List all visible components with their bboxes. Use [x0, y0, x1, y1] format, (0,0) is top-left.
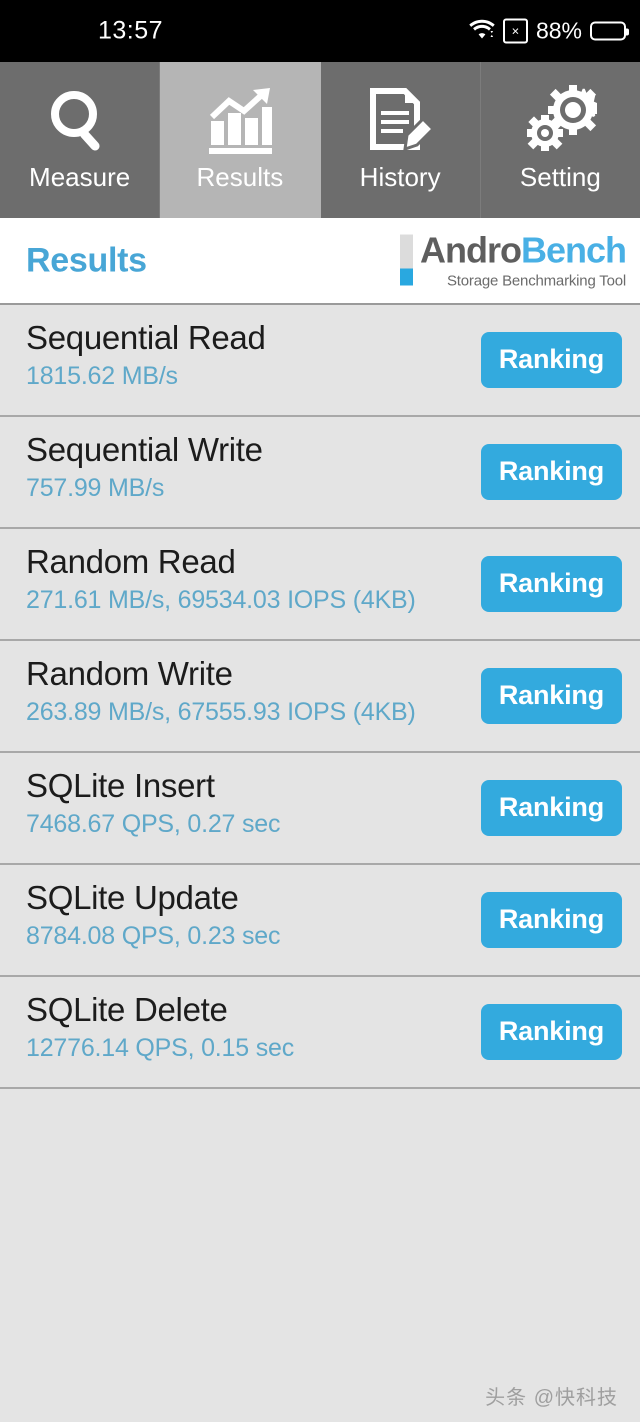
result-row-texts: Sequential Read 1815.62 MB/s	[26, 319, 266, 391]
result-value: 12776.14 QPS, 0.15 sec	[26, 1033, 295, 1062]
result-row: SQLite Insert 7468.67 QPS, 0.27 sec Rankin…	[0, 753, 640, 865]
main-tab-bar: Measure Results History Setting	[0, 62, 640, 218]
result-row: Random Write 263.89 MB/s, 67555.93 IOPS (…	[0, 641, 640, 753]
bar-chart-icon	[203, 84, 277, 160]
tab-history-label: History	[359, 162, 441, 192]
result-row: Sequential Read 1815.62 MB/s Ranking	[0, 305, 640, 417]
tab-results[interactable]: Results	[160, 62, 321, 218]
results-list: Sequential Read 1815.62 MB/s Ranking Sequen…	[0, 305, 640, 1089]
tab-measure[interactable]: Measure	[0, 62, 161, 218]
ranking-button[interactable]: Ranking	[480, 1004, 622, 1060]
logo-wordmark: AndroBench	[419, 229, 627, 270]
result-name: SQLite Delete	[26, 991, 228, 1028]
ranking-button[interactable]: Ranking	[480, 892, 622, 948]
logo-bar-icon	[399, 234, 413, 285]
ranking-button[interactable]: Ranking	[480, 780, 622, 836]
logo-bar-bottom	[399, 268, 413, 285]
result-row: SQLite Update 8784.08 QPS, 0.23 sec Rankin…	[0, 865, 640, 977]
watermark: 头条 @快科技	[485, 1387, 618, 1409]
no-sim-glyph: ×	[511, 23, 520, 39]
logo-andro: Andro	[419, 229, 522, 270]
ranking-button[interactable]: Ranking	[480, 444, 622, 500]
battery-percent-label: 88%	[535, 17, 582, 44]
result-name: Random Write	[26, 655, 233, 692]
page-title: Results	[26, 241, 147, 279]
tab-measure-label: Measure	[29, 162, 131, 192]
document-pencil-icon	[363, 84, 437, 160]
result-row: SQLite Delete 12776.14 QPS, 0.15 sec Ranki…	[0, 977, 640, 1089]
androbench-logo: AndroBench Storage Benchmarking Tool	[399, 229, 627, 290]
status-clock: 13:57	[98, 16, 164, 45]
result-row-texts: SQLite Insert 7468.67 QPS, 0.27 sec	[26, 767, 281, 839]
result-row: Random Read 271.61 MB/s, 69534.03 IOPS (4…	[0, 529, 640, 641]
tab-setting[interactable]: Setting	[480, 62, 640, 218]
result-name: Sequential Read	[26, 319, 266, 356]
result-value: 7468.67 QPS, 0.27 sec	[26, 809, 281, 838]
tab-history[interactable]: History	[320, 62, 481, 218]
logo-bar-top	[399, 234, 413, 268]
result-name: SQLite Update	[26, 879, 239, 916]
result-value: 1815.62 MB/s	[26, 361, 178, 390]
result-value: 8784.08 QPS, 0.23 sec	[26, 921, 281, 950]
result-name: Sequential Write	[26, 431, 263, 468]
status-bar: 13:57 × 88%	[0, 0, 640, 62]
result-value: 263.89 MB/s, 67555.93 IOPS (4KB)	[26, 697, 416, 726]
logo-tagline: Storage Benchmarking Tool	[447, 272, 626, 289]
magnifier-icon	[43, 84, 117, 160]
result-row-texts: Random Read 271.61 MB/s, 69534.03 IOPS (4…	[26, 543, 416, 615]
app-header: Results AndroBench Storage Benchmarking …	[0, 218, 640, 305]
tab-results-label: Results	[196, 162, 284, 192]
tab-setting-label: Setting	[519, 162, 601, 192]
gears-icon	[523, 84, 598, 160]
phone-screen: 13:57 × 88% Measure Results History Sett…	[0, 0, 640, 1422]
no-sim-icon: ×	[502, 18, 528, 44]
result-row-texts: SQLite Update 8784.08 QPS, 0.23 sec	[26, 879, 281, 951]
logo-text: AndroBench Storage Benchmarking Tool	[419, 229, 627, 290]
logo-bench: Bench	[520, 229, 627, 270]
result-row-texts: Random Write 263.89 MB/s, 67555.93 IOPS (…	[26, 655, 416, 727]
ranking-button[interactable]: Ranking	[480, 668, 622, 724]
result-row-texts: Sequential Write 757.99 MB/s	[26, 431, 263, 503]
result-name: Random Read	[26, 543, 236, 580]
wifi-icon	[469, 18, 495, 45]
result-value: 757.99 MB/s	[26, 473, 165, 502]
ranking-button[interactable]: Ranking	[480, 556, 622, 612]
result-name: SQLite Insert	[26, 767, 215, 804]
result-row: Sequential Write 757.99 MB/s Ranking	[0, 417, 640, 529]
battery-icon	[590, 21, 629, 41]
result-value: 271.61 MB/s, 69534.03 IOPS (4KB)	[26, 585, 416, 614]
ranking-button[interactable]: Ranking	[480, 332, 622, 388]
status-indicators: × 88%	[469, 17, 629, 45]
result-row-texts: SQLite Delete 12776.14 QPS, 0.15 sec	[26, 991, 294, 1063]
